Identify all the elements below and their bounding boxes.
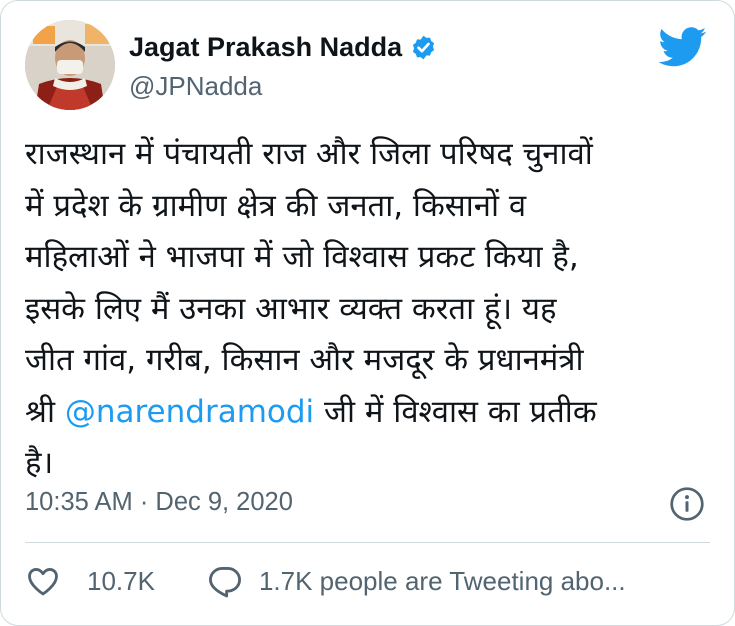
tweet-card: Jagat Prakash Nadda @JPNadda राजस्थान मे… xyxy=(0,0,735,626)
info-icon[interactable] xyxy=(669,486,705,522)
tweet-text-line: राजस्थान में पंचायती राज और जिला परिषद च… xyxy=(25,136,593,172)
tweet-text: राजस्थान में पंचायती राज और जिला परिषद च… xyxy=(25,129,715,490)
tweet-text-line: महिलाओं ने भाजपा में जो विश्वास प्रकट कि… xyxy=(25,239,579,275)
twitter-bird-icon[interactable] xyxy=(659,27,707,67)
mention-link[interactable]: @narendramodi xyxy=(65,394,314,430)
tweeting-about-link[interactable]: 1.7K people are Tweeting abo... xyxy=(259,566,626,597)
author-name[interactable]: Jagat Prakash Nadda xyxy=(129,31,437,63)
tweet-text-fragment: जी में विश्वास का प्रतीक xyxy=(314,393,597,430)
author-handle[interactable]: @JPNadda xyxy=(129,71,262,101)
like-count[interactable]: 10.7K xyxy=(87,566,155,597)
tweet-text-line: जीत गांव, गरीब, किसान और मजदूर के प्रधान… xyxy=(25,342,584,378)
author-name-text[interactable]: Jagat Prakash Nadda xyxy=(129,31,402,63)
tweet-text-line: इसके लिए मैं उनका आभार व्यक्त करता हूं। … xyxy=(25,290,557,327)
tweet-text-fragment: श्री xyxy=(25,393,65,430)
tweet-timestamp[interactable]: 10:35 AM · Dec 9, 2020 xyxy=(25,485,293,519)
divider xyxy=(25,542,710,543)
tweet-text-line: श्री @narendramodi जी में विश्वास का प्र… xyxy=(25,387,715,439)
tweet-text-line: है। xyxy=(25,445,54,481)
verified-badge-icon xyxy=(410,34,437,61)
action-bar: 10.7K 1.7K people are Tweeting abo... xyxy=(25,563,626,599)
tweet-text-line: में प्रदेश के ग्रामीण क्षेत्र की जनता, क… xyxy=(25,187,527,224)
heart-icon[interactable] xyxy=(25,563,61,599)
speech-bubble-icon[interactable] xyxy=(207,563,243,599)
avatar[interactable] xyxy=(25,20,115,110)
